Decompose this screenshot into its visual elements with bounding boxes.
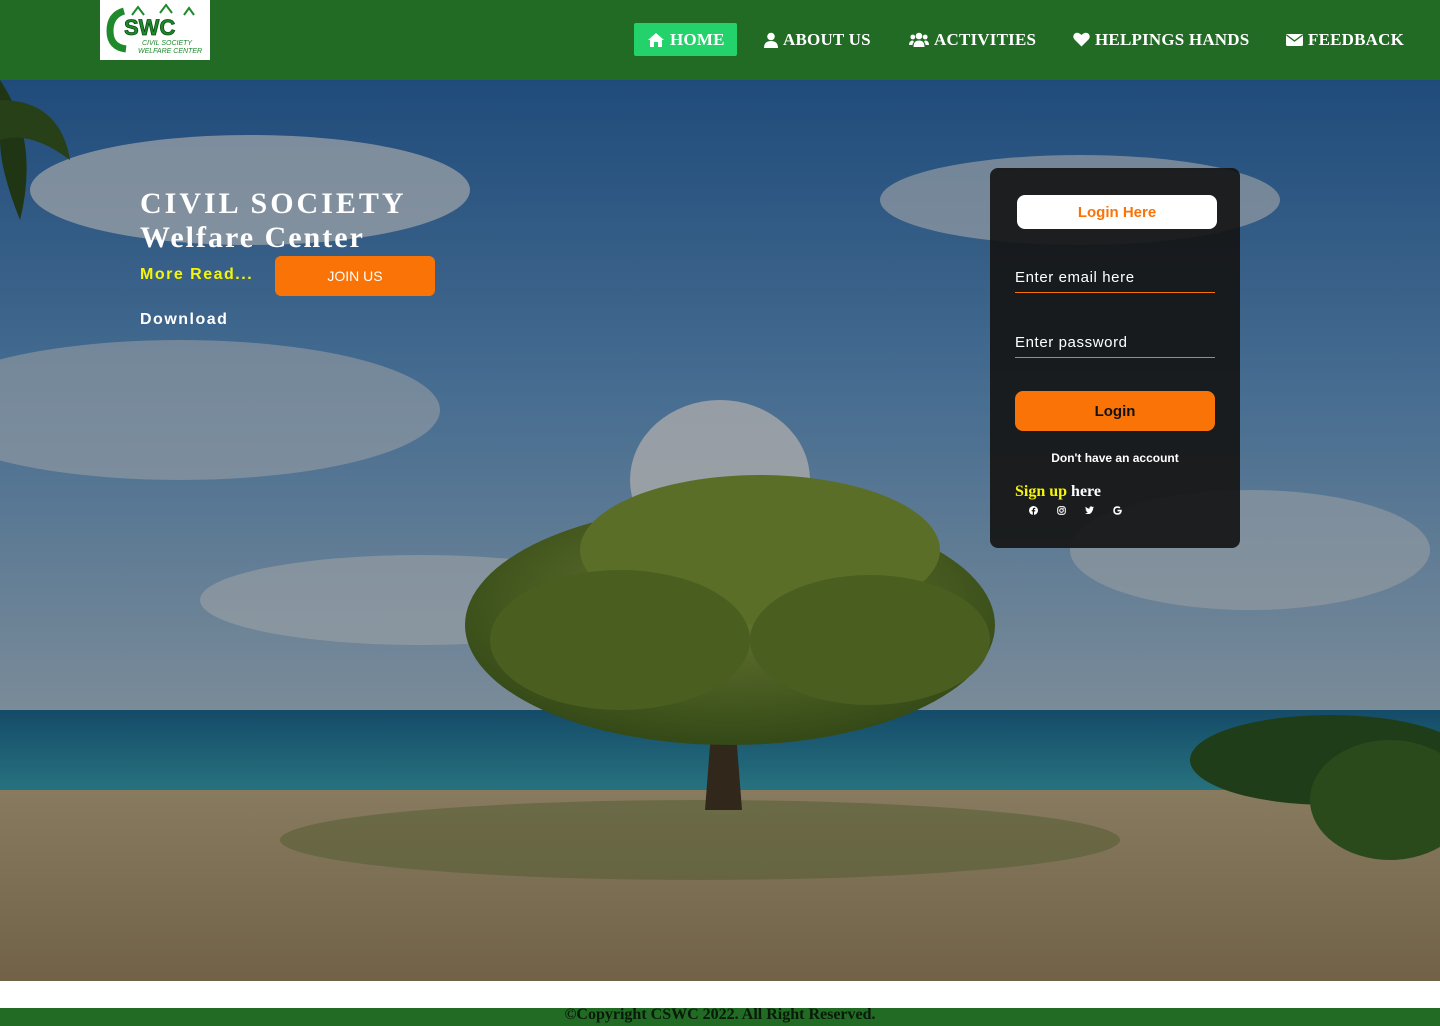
hero-title-line2: Welfare Center bbox=[140, 221, 365, 254]
social-icons bbox=[1028, 505, 1122, 515]
nav-activities[interactable]: ACTIVITIES bbox=[909, 23, 1036, 56]
user-icon bbox=[764, 32, 778, 48]
nav-home-label: HOME bbox=[670, 29, 725, 49]
nav-helpings-hands[interactable]: HELPINGS HANDS bbox=[1073, 23, 1249, 56]
signup-rest-text: here bbox=[1067, 483, 1101, 500]
nav-about-label: ABOUT US bbox=[783, 29, 871, 49]
envelope-icon bbox=[1286, 33, 1303, 47]
logo-graphic: SWC CIVIL SOCIETY WELFARE CENTER bbox=[102, 1, 208, 59]
users-icon bbox=[909, 32, 929, 47]
top-navbar: SWC CIVIL SOCIETY WELFARE CENTER HOME AB… bbox=[0, 0, 1440, 80]
login-button[interactable]: Login bbox=[1015, 391, 1215, 431]
google-icon[interactable] bbox=[1112, 505, 1122, 515]
login-header: Login Here bbox=[1017, 195, 1217, 229]
nav-feedback-label: FEEDBACK bbox=[1308, 29, 1405, 49]
hero-title-line1: CIVIL SOCIETY bbox=[140, 187, 407, 220]
login-card: Login Here Login Don't have an account S… bbox=[990, 168, 1240, 548]
svg-text:CIVIL SOCIETY: CIVIL SOCIETY bbox=[142, 40, 193, 47]
nav-about-us[interactable]: ABOUT US bbox=[764, 23, 871, 56]
signup-link[interactable]: Sign up bbox=[1015, 483, 1067, 500]
twitter-icon[interactable] bbox=[1084, 505, 1094, 515]
join-us-button[interactable]: JOIN US bbox=[275, 256, 435, 296]
email-field[interactable] bbox=[1015, 263, 1215, 293]
nav-activities-label: ACTIVITIES bbox=[934, 29, 1037, 49]
footer-copyright: ©Copyright CSWC 2022. All Right Reserved… bbox=[564, 1006, 876, 1023]
cswc-logo[interactable]: SWC CIVIL SOCIETY WELFARE CENTER bbox=[100, 0, 210, 60]
svg-text:WELFARE CENTER: WELFARE CENTER bbox=[138, 48, 202, 55]
download-link[interactable]: Download bbox=[140, 311, 228, 329]
hero-section: CIVIL SOCIETY Welfare Center More Read..… bbox=[0, 80, 1440, 981]
svg-text:SWC: SWC bbox=[124, 15, 175, 40]
signup-line: Sign up here bbox=[1015, 483, 1101, 501]
password-field[interactable] bbox=[1015, 328, 1215, 358]
nav-feedback[interactable]: FEEDBACK bbox=[1286, 23, 1404, 56]
heart-icon bbox=[1073, 32, 1090, 47]
home-icon bbox=[647, 32, 665, 48]
nav-home[interactable]: HOME bbox=[634, 23, 737, 56]
facebook-icon[interactable] bbox=[1028, 505, 1038, 515]
instagram-icon[interactable] bbox=[1056, 505, 1066, 515]
nav-help-label: HELPINGS HANDS bbox=[1095, 29, 1250, 49]
no-account-text: Don't have an account bbox=[1051, 451, 1179, 465]
more-read-link[interactable]: More Read... bbox=[140, 266, 253, 284]
